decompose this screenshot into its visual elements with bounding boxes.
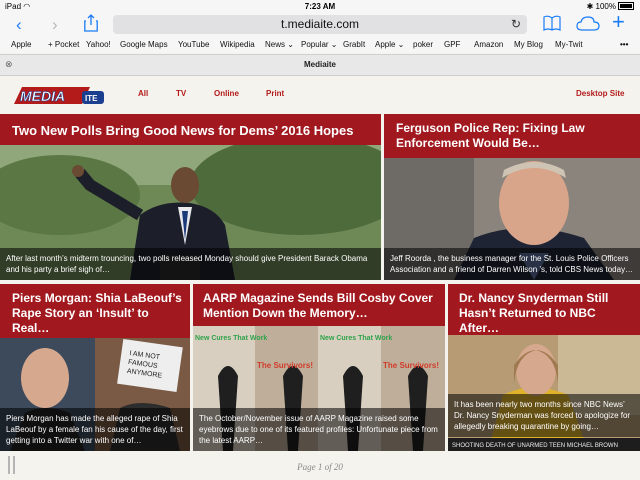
article-title[interactable]: Dr. Nancy Snyderman Still Hasn’t Returne…: [448, 284, 640, 335]
article-card-ferguson[interactable]: Ferguson Police Rep: Fixing Law Enforcem…: [384, 114, 640, 280]
more-bookmarks-button[interactable]: •••: [620, 40, 628, 49]
article-caption: After last month’s midterm trouncing, tw…: [0, 248, 381, 280]
icloud-tabs-icon[interactable]: [576, 16, 600, 36]
nav-online[interactable]: Online: [214, 89, 239, 98]
bookmark-item[interactable]: Apple ⌄: [375, 40, 404, 49]
svg-text:MEDIA: MEDIA: [20, 88, 65, 104]
article-card-polls[interactable]: Two New Polls Bring Good News for Dems’ …: [0, 114, 381, 280]
bookmark-item[interactable]: Google Maps: [120, 40, 168, 49]
address-bar[interactable]: t.mediaite.com ↻: [113, 15, 527, 34]
cover-text: The Survivors!: [257, 361, 313, 370]
bluetooth-icon: ✱: [586, 2, 594, 11]
tab-bar: ⊗ Mediaite: [0, 54, 640, 76]
url-text: t.mediaite.com: [280, 17, 360, 31]
nav-tv[interactable]: TV: [176, 89, 186, 98]
article-title[interactable]: Two New Polls Bring Good News for Dems’ …: [0, 114, 381, 145]
article-caption: It has been nearly two months since NBC …: [448, 394, 640, 437]
battery-status: ✱ 100%: [587, 2, 634, 11]
bookmark-item[interactable]: GrabIt: [343, 40, 365, 49]
bookmark-item[interactable]: YouTube: [178, 40, 209, 49]
bookmark-item[interactable]: Yahoo!: [86, 40, 111, 49]
article-caption: The October/November issue of AARP Magaz…: [193, 408, 445, 451]
news-ticker: SHOOTING DEATH OF UNARMED TEEN MICHAEL B…: [452, 443, 618, 449]
bookmark-item[interactable]: My-Twit: [555, 40, 583, 49]
article-title[interactable]: AARP Magazine Sends Bill Cosby Cover Men…: [193, 284, 445, 326]
cover-text: New Cures That Work: [320, 335, 392, 342]
page-indicator: Page 1 of 20: [297, 462, 343, 472]
bookmark-item[interactable]: Wikipedia: [220, 40, 255, 49]
bookmark-item[interactable]: poker: [413, 40, 433, 49]
back-icon[interactable]: ‹: [16, 15, 22, 35]
bookmarks-icon[interactable]: [543, 15, 561, 36]
status-bar: iPad ◠ 7:23 AM ✱ 100%: [0, 0, 640, 13]
clock: 7:23 AM: [304, 2, 336, 11]
article-title[interactable]: Piers Morgan: Shia LaBeouf’s Rape Story …: [0, 284, 190, 338]
site-header: MEDIA ITE All TV Online Print Desktop Si…: [0, 76, 640, 114]
cover-text: The Survivors!: [383, 361, 439, 370]
article-caption: Piers Morgan has made the alleged rape o…: [0, 408, 190, 451]
bookmark-item[interactable]: + Pocket: [48, 40, 79, 49]
article-title[interactable]: Ferguson Police Rep: Fixing Law Enforcem…: [384, 114, 640, 158]
mediaite-logo[interactable]: MEDIA ITE: [12, 84, 106, 106]
desktop-site-link[interactable]: Desktop Site: [576, 89, 624, 98]
article-card-aarp[interactable]: AARP Magazine Sends Bill Cosby Cover Men…: [193, 284, 445, 451]
bookmarks-bar: Apple + Pocket Yahoo! Google Maps YouTub…: [0, 37, 640, 53]
bookmark-item[interactable]: Amazon: [474, 40, 503, 49]
article-card-piers-morgan[interactable]: Piers Morgan: Shia LaBeouf’s Rape Story …: [0, 284, 190, 451]
bookmark-item[interactable]: GPF: [444, 40, 460, 49]
bookmark-item[interactable]: News ⌄: [265, 40, 294, 49]
nav-all[interactable]: All: [138, 89, 148, 98]
share-icon[interactable]: [84, 14, 98, 37]
article-card-snyderman[interactable]: Dr. Nancy Snyderman Still Hasn’t Returne…: [448, 284, 640, 451]
tab-title[interactable]: Mediaite: [0, 60, 640, 69]
new-tab-icon[interactable]: +: [612, 11, 625, 33]
nav-print[interactable]: Print: [266, 89, 284, 98]
cover-text: New Cures That Work: [195, 335, 267, 342]
svg-text:ITE: ITE: [85, 94, 98, 103]
bookmark-item[interactable]: Apple: [11, 40, 31, 49]
bookmark-item[interactable]: My Blog: [514, 40, 543, 49]
forward-icon[interactable]: ›: [52, 15, 58, 35]
bookmark-item[interactable]: Popular ⌄: [301, 40, 338, 49]
pager-footer: Page 1 of 20: [0, 451, 640, 480]
article-caption: Jeff Roorda , the business manager for t…: [384, 248, 640, 280]
reload-icon[interactable]: ↻: [511, 15, 521, 34]
